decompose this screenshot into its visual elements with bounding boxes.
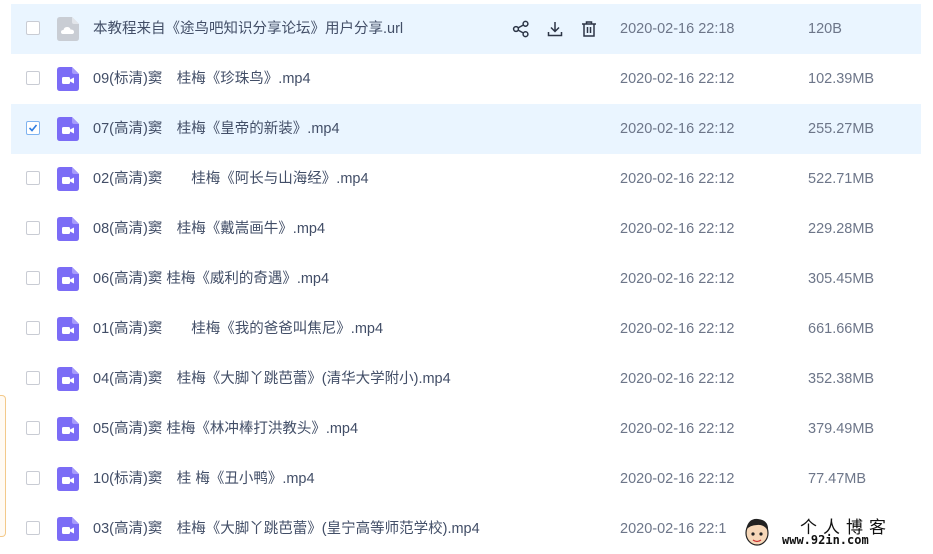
video-file-icon — [57, 117, 79, 141]
video-file-icon — [57, 367, 79, 391]
file-name[interactable]: 10(标清)窦 桂 梅《丑小鸭》.mp4 — [93, 454, 315, 504]
delete-icon — [582, 21, 596, 37]
file-size: 661.66MB — [808, 321, 875, 337]
share-icon — [512, 20, 529, 38]
row-actions — [510, 18, 600, 40]
file-row[interactable]: 02(高清)窦 桂梅《阿长与山海经》.mp4 2020-02-16 22:12 52… — [11, 154, 921, 204]
video-file-icon — [57, 267, 79, 291]
file-date: 2020-02-16 22:12 — [620, 71, 735, 87]
file-date: 2020-02-16 22:12 — [620, 421, 735, 437]
video-file-icon — [57, 467, 79, 491]
file-size: 352.38MB — [808, 371, 875, 387]
file-name[interactable]: 04(高清)窦 桂梅《大脚丫跳芭蕾》(清华大学附小).mp4 — [93, 354, 451, 404]
row-checkbox[interactable] — [26, 71, 40, 85]
file-date: 2020-02-16 22:12 — [620, 171, 735, 187]
file-size: 522.71MB — [808, 171, 875, 187]
row-checkbox[interactable] — [26, 371, 40, 385]
file-row[interactable]: 04(高清)窦 桂梅《大脚丫跳芭蕾》(清华大学附小).mp4 2020-02-16… — [11, 354, 921, 404]
file-row[interactable]: 05(高清)窦 桂梅《林冲棒打洪教头》.mp4 2020-02-16 22:12 3… — [11, 404, 921, 454]
side-panel-edge — [0, 395, 6, 537]
file-list: 本教程来自《途鸟吧知识分享论坛》用户分享.url 2020-02-16 22:18… — [11, 4, 921, 554]
file-name[interactable]: 08(高清)窦 桂梅《戴嵩画牛》.mp4 — [93, 204, 325, 254]
file-row[interactable]: 07(高清)窦 桂梅《皇帝的新装》.mp4 2020-02-16 22:12 255… — [11, 104, 921, 154]
file-date: 2020-02-16 22:12 — [620, 321, 735, 337]
file-date: 2020-02-16 22:18 — [620, 21, 735, 37]
delete-button[interactable] — [578, 18, 600, 40]
file-row[interactable]: 本教程来自《途鸟吧知识分享论坛》用户分享.url 2020-02-16 22:18… — [11, 4, 921, 54]
file-date: 2020-02-16 22:12 — [620, 471, 735, 487]
download-button[interactable] — [544, 18, 566, 40]
file-date: 2020-02-16 22:12 — [620, 121, 735, 137]
file-row[interactable]: 08(高清)窦 桂梅《戴嵩画牛》.mp4 2020-02-16 22:12 229.… — [11, 204, 921, 254]
row-checkbox[interactable] — [26, 471, 40, 485]
file-row[interactable]: 09(标清)窦 桂梅《珍珠鸟》.mp4 2020-02-16 22:12 102.3… — [11, 54, 921, 104]
file-name[interactable]: 09(标清)窦 桂梅《珍珠鸟》.mp4 — [93, 54, 311, 104]
row-checkbox-checked[interactable] — [26, 121, 40, 135]
video-file-icon — [57, 217, 79, 241]
file-date: 2020-02-16 22:12 — [620, 371, 735, 387]
avatar-icon — [745, 518, 769, 546]
file-size: 255.27MB — [808, 121, 875, 137]
row-checkbox[interactable] — [26, 21, 40, 35]
watermark: 个人博客 www.92in.com — [738, 512, 933, 553]
file-size: 305.45MB — [808, 271, 875, 287]
file-size: 229.28MB — [808, 221, 875, 237]
row-checkbox[interactable] — [26, 221, 40, 235]
download-icon — [547, 22, 563, 37]
file-name[interactable]: 07(高清)窦 桂梅《皇帝的新装》.mp4 — [93, 104, 340, 154]
video-file-icon — [57, 517, 79, 541]
file-name[interactable]: 05(高清)窦 桂梅《林冲棒打洪教头》.mp4 — [93, 404, 358, 454]
video-file-icon — [57, 67, 79, 91]
file-row[interactable]: 10(标清)窦 桂 梅《丑小鸭》.mp4 2020-02-16 22:12 77.4… — [11, 454, 921, 504]
row-checkbox[interactable] — [26, 271, 40, 285]
row-checkbox[interactable] — [26, 521, 40, 535]
row-checkbox[interactable] — [26, 321, 40, 335]
file-name[interactable]: 03(高清)窦 桂梅《大脚丫跳芭蕾》(皇宁高等师范学校).mp4 — [93, 504, 480, 554]
file-date: 2020-02-16 22:12 — [620, 221, 735, 237]
file-row[interactable]: 01(高清)窦 桂梅《我的爸爸叫焦尼》.mp4 2020-02-16 22:12 6… — [11, 304, 921, 354]
file-size: 379.49MB — [808, 421, 875, 437]
share-button[interactable] — [510, 18, 532, 40]
file-date: 2020-02-16 22:1 — [620, 521, 727, 537]
video-file-icon — [57, 167, 79, 191]
watermark-url: www.92in.com — [782, 533, 869, 547]
checkmark-icon — [28, 124, 38, 132]
file-name[interactable]: 02(高清)窦 桂梅《阿长与山海经》.mp4 — [93, 154, 369, 204]
video-file-icon — [57, 317, 79, 341]
row-checkbox[interactable] — [26, 171, 40, 185]
file-name[interactable]: 本教程来自《途鸟吧知识分享论坛》用户分享.url — [93, 4, 403, 54]
file-name[interactable]: 06(高清)窦 桂梅《威利的奇遇》.mp4 — [93, 254, 329, 304]
file-size: 120B — [808, 21, 842, 37]
file-name[interactable]: 01(高清)窦 桂梅《我的爸爸叫焦尼》.mp4 — [93, 304, 383, 354]
file-row[interactable]: 06(高清)窦 桂梅《威利的奇遇》.mp4 2020-02-16 22:12 305… — [11, 254, 921, 304]
row-checkbox[interactable] — [26, 421, 40, 435]
file-size: 102.39MB — [808, 71, 875, 87]
video-file-icon — [57, 417, 79, 441]
url-file-icon — [57, 17, 79, 41]
file-size: 77.47MB — [808, 471, 867, 487]
file-date: 2020-02-16 22:12 — [620, 271, 735, 287]
